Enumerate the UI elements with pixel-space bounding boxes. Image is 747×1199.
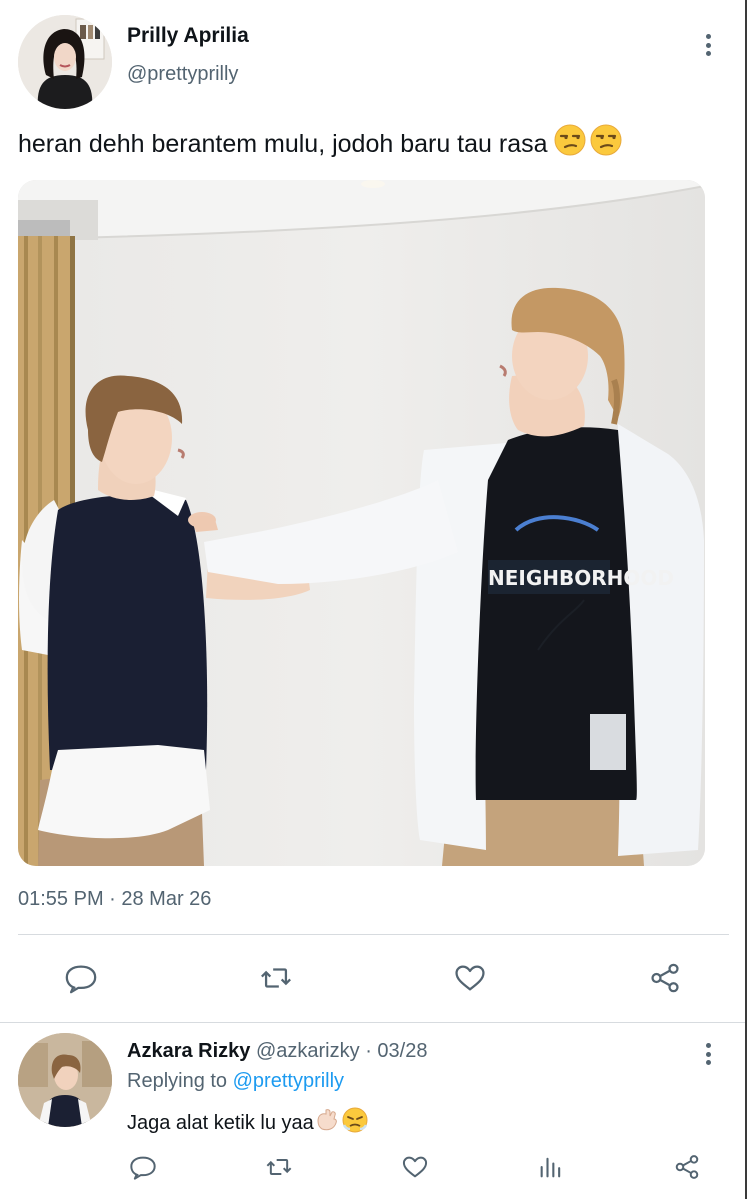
- pushing-hand-and-steam-face-emoji: [314, 1107, 368, 1139]
- reply-tweet[interactable]: Azkara Rizky @azkarizky · 03/28 Replying…: [0, 1023, 747, 1199]
- share-icon[interactable]: [671, 1151, 703, 1183]
- reply-text-body: Jaga alat ketik lu yaa: [127, 1112, 314, 1134]
- divider: [18, 934, 729, 935]
- unamused-face-emoji: [554, 124, 622, 163]
- tweet-text-body: heran dehh berantem mulu, jodoh baru tau…: [18, 130, 548, 158]
- reply-author-line: Azkara Rizky @azkarizky · 03/28: [127, 1040, 427, 1063]
- reply-date: · 03/28: [365, 1040, 428, 1062]
- reply-text: Jaga alat ketik lu yaa: [127, 1107, 368, 1139]
- author-avatar[interactable]: [18, 15, 112, 109]
- tweet-text: heran dehh berantem mulu, jodoh baru tau…: [18, 124, 622, 163]
- reply-icon[interactable]: [127, 1151, 159, 1183]
- retweet-icon[interactable]: [263, 1151, 295, 1183]
- author-name[interactable]: Prilly Aprilia: [127, 24, 249, 48]
- tweet-photo[interactable]: NEIGHBORHOOD: [18, 180, 705, 866]
- like-icon[interactable]: [399, 1151, 431, 1183]
- share-icon[interactable]: [646, 959, 684, 997]
- replying-to-label: Replying to: [127, 1070, 228, 1092]
- reply-icon[interactable]: [62, 959, 100, 997]
- retweet-icon[interactable]: [257, 959, 295, 997]
- more-options-icon[interactable]: [696, 30, 720, 60]
- replying-to-line: Replying to @prettyprilly: [127, 1070, 344, 1093]
- shirt-print: NEIGHBORHOOD: [488, 566, 674, 590]
- like-icon[interactable]: [451, 959, 489, 997]
- tweet-detail: Prilly Aprilia @prettyprilly heran dehh …: [0, 0, 747, 1020]
- replying-to-handle[interactable]: @prettyprilly: [233, 1070, 344, 1092]
- reply-author-handle[interactable]: @azkarizky: [256, 1040, 360, 1062]
- views-icon[interactable]: [535, 1151, 567, 1183]
- reply-author-name[interactable]: Azkara Rizky: [127, 1040, 250, 1062]
- more-options-icon[interactable]: [696, 1039, 720, 1069]
- tweet-timestamp[interactable]: 01:55 PM · 28 Mar 26: [18, 888, 211, 911]
- author-handle[interactable]: @prettyprilly: [127, 63, 238, 86]
- reply-author-avatar[interactable]: [18, 1033, 112, 1127]
